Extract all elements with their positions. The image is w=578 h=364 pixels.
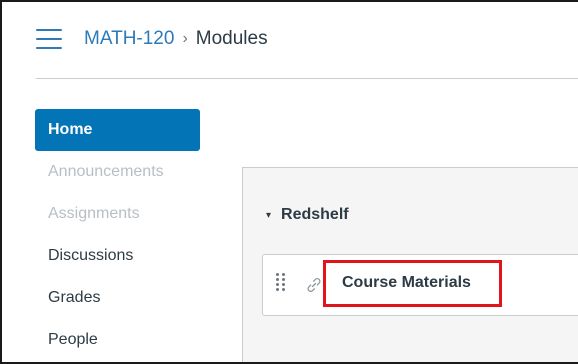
nav-item-grades[interactable]: Grades bbox=[35, 277, 200, 319]
link-icon bbox=[307, 278, 321, 292]
nav-item-assignments[interactable]: Assignments bbox=[35, 193, 200, 235]
header-bar: MATH-120 › Modules bbox=[36, 20, 268, 58]
breadcrumb-separator: › bbox=[182, 30, 188, 47]
nav-item-home[interactable]: Home bbox=[35, 109, 200, 151]
hamburger-menu-icon[interactable] bbox=[36, 29, 62, 49]
breadcrumb-course-link[interactable]: MATH-120 bbox=[84, 28, 174, 50]
canvas-window: MATH-120 › Modules Home Announcements As… bbox=[0, 0, 578, 364]
drag-handle-icon[interactable] bbox=[276, 273, 286, 291]
nav-item-discussions[interactable]: Discussions bbox=[35, 235, 200, 277]
collapse-caret-icon[interactable]: ▾ bbox=[266, 210, 271, 221]
nav-item-people[interactable]: People bbox=[35, 319, 200, 361]
module-title: Redshelf bbox=[281, 206, 349, 223]
header-divider bbox=[36, 78, 578, 79]
module-item-course-materials-link[interactable]: Course Materials bbox=[342, 274, 471, 292]
module-header-redshelf[interactable]: ▾ Redshelf bbox=[266, 200, 349, 230]
course-navigation: Home Announcements Assignments Discussio… bbox=[35, 109, 200, 361]
nav-item-announcements[interactable]: Announcements bbox=[35, 151, 200, 193]
breadcrumb-current-page: Modules bbox=[195, 28, 268, 49]
